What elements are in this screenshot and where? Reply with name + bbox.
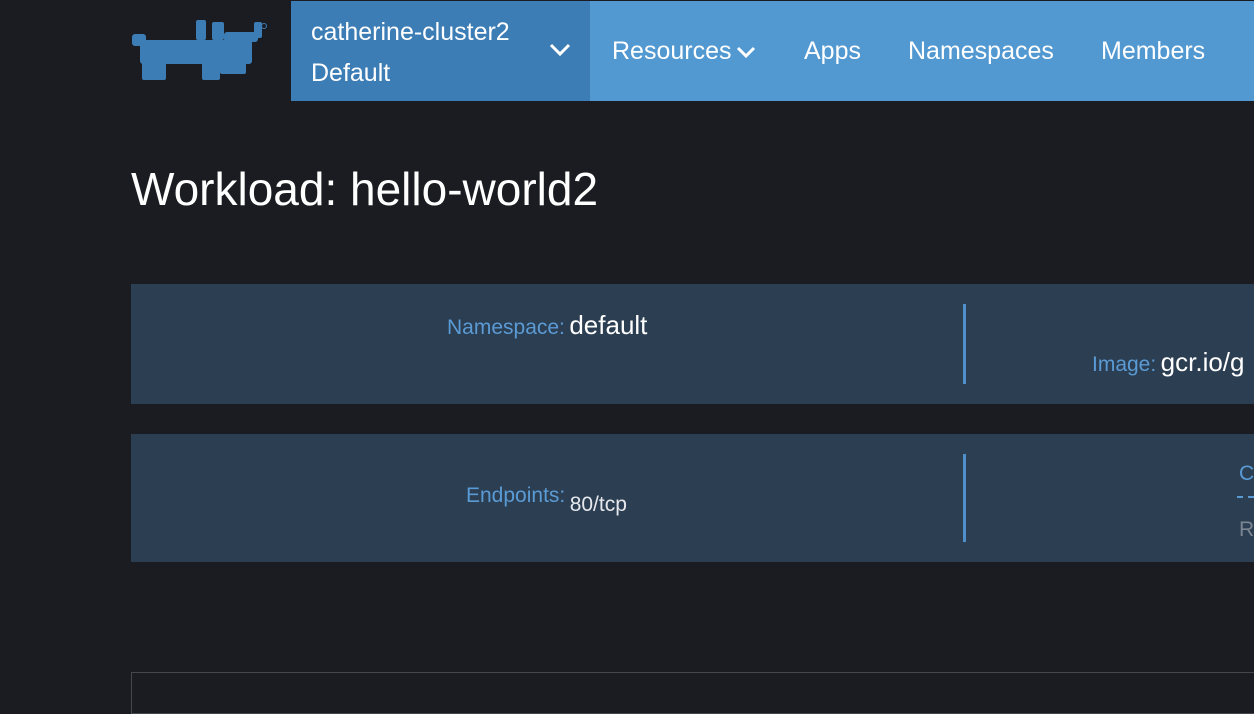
nav-item-label: Resources — [612, 37, 732, 65]
cluster-name: catherine-cluster2 — [311, 18, 510, 46]
main-nav: Resources Apps Namespaces Members — [590, 1, 1254, 101]
nav-item-resources[interactable]: Resources — [612, 35, 756, 67]
image-value: gcr.io/g — [1160, 347, 1245, 377]
panel-divider — [963, 304, 966, 384]
workload-summary-panel: Namespace: default Image: gcr.io/g — [131, 284, 1254, 404]
truncated-text: R — [1239, 518, 1254, 541]
namespace-label: Namespace: — [447, 316, 565, 339]
workload-endpoints-panel: Endpoints: 80/tcp C R — [131, 434, 1254, 562]
rancher-cow-logo-icon[interactable] — [130, 18, 270, 84]
nav-item-label: Apps — [804, 37, 861, 65]
endpoints-field: Endpoints: 80/tcp — [466, 484, 627, 516]
cluster-project-switcher[interactable]: catherine-cluster2 Default — [291, 1, 590, 101]
panel-divider — [963, 454, 966, 542]
namespace-field: Namespace: default — [447, 310, 647, 341]
content-section-box — [131, 672, 1254, 714]
truncated-link[interactable]: C — [1239, 462, 1254, 486]
nav-item-label: Members — [1101, 37, 1206, 65]
nav-item-apps[interactable]: Apps — [804, 35, 861, 67]
nav-item-label: Namespaces — [908, 37, 1054, 65]
chevron-down-icon — [549, 43, 571, 57]
image-label: Image: — [1092, 353, 1157, 376]
link-underline — [1237, 496, 1254, 498]
endpoints-label: Endpoints: — [466, 484, 566, 507]
nav-item-namespaces[interactable]: Namespaces — [908, 35, 1054, 67]
namespace-value: default — [569, 310, 648, 340]
nav-item-members[interactable]: Members — [1101, 35, 1205, 67]
project-name: Default — [311, 59, 391, 87]
page-title: Workload: hello-world2 — [131, 163, 599, 215]
top-navigation-bar: catherine-cluster2 Default Resources App… — [0, 0, 1254, 101]
chevron-down-icon — [736, 47, 755, 59]
endpoints-value[interactable]: 80/tcp — [570, 493, 627, 516]
image-field: Image: gcr.io/g — [1092, 347, 1244, 378]
